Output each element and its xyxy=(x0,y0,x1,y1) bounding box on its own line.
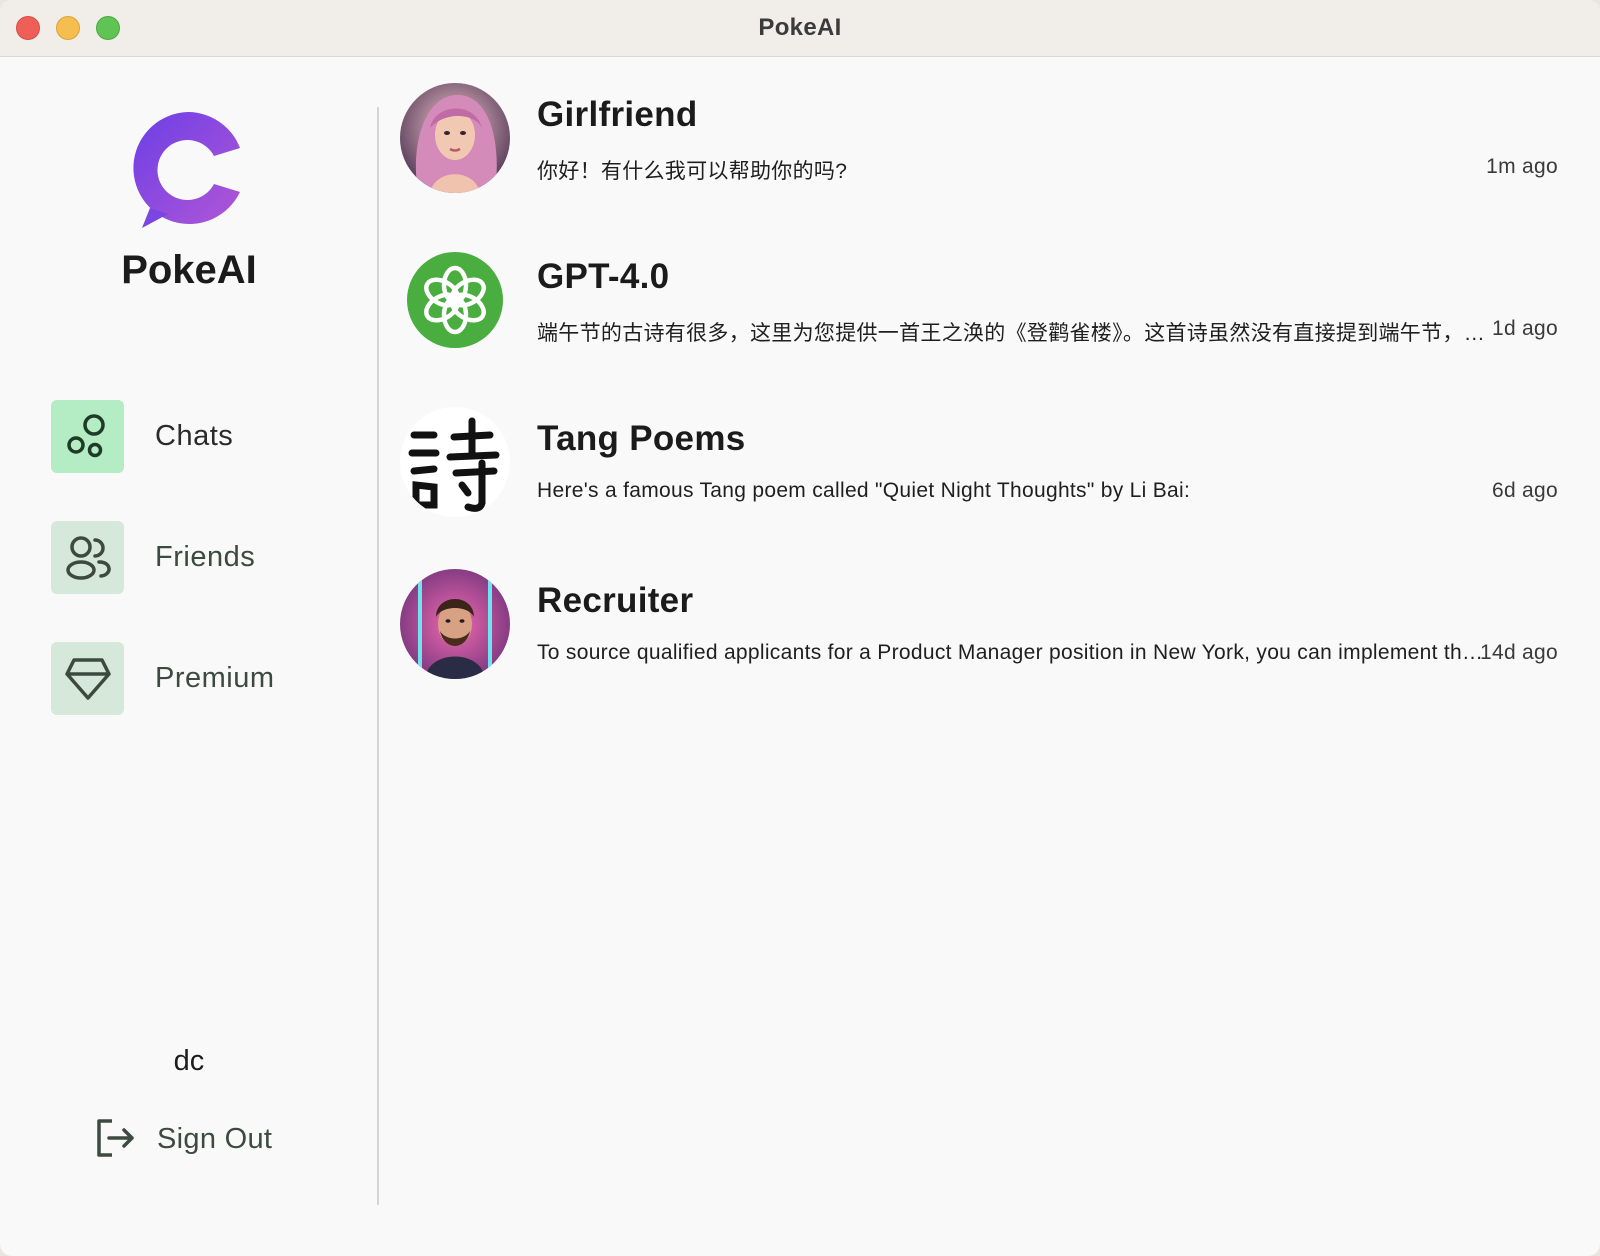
nav-label-premium: Premium xyxy=(155,662,275,694)
nav-item-premium[interactable]: Premium xyxy=(51,642,331,716)
chat-name: Tang Poems xyxy=(537,419,746,458)
chat-time: 14d ago xyxy=(1479,641,1558,664)
chat-time: 1d ago xyxy=(1491,317,1558,340)
recruiter-avatar xyxy=(400,569,510,679)
sign-out-icon xyxy=(97,1119,134,1157)
poem-character-avatar xyxy=(400,407,510,517)
chat-preview: Here's a famous Tang poem called "Quiet … xyxy=(537,479,1191,502)
app-window: PokeAI PokeAI Chats Friends Premium dc S… xyxy=(0,0,1600,1256)
chat-time: 6d ago xyxy=(1491,479,1558,502)
sidebar-divider xyxy=(377,107,379,1205)
chat-preview: 端午节的古诗有很多，这里为您提供一首王之涣的《登鹳雀楼》。这首诗虽然没有直接提到… xyxy=(537,322,1492,345)
chat-name: GPT-4.0 xyxy=(537,257,670,296)
title-bar: PokeAI xyxy=(0,0,1600,57)
nav-item-chats[interactable]: Chats xyxy=(51,400,331,474)
chat-preview: To source qualified applicants for a Pro… xyxy=(537,641,1492,664)
pokeai-logo-icon xyxy=(133,112,240,228)
user-name: dc xyxy=(173,1045,205,1077)
bubbles-icon xyxy=(51,400,124,473)
users-icon xyxy=(51,521,124,594)
sign-out-button[interactable]: Sign Out xyxy=(96,1118,296,1162)
openai-logo-avatar xyxy=(400,245,510,355)
chat-row-recruiter[interactable]: Recruiter To source qualified applicants… xyxy=(400,569,1580,693)
chat-name: Girlfriend xyxy=(537,95,698,134)
chat-list: Girlfriend 你好！有什么我可以帮助你的吗? 1m ago GPT-4.… xyxy=(380,57,1600,1256)
nav-label-friends: Friends xyxy=(155,541,256,573)
nav-label-chats: Chats xyxy=(155,420,234,452)
gem-icon xyxy=(51,642,124,715)
brand-name: PokeAI xyxy=(121,248,257,292)
nav-item-friends[interactable]: Friends xyxy=(51,521,331,595)
chat-time: 1m ago xyxy=(1486,155,1558,178)
chat-row-gpt4[interactable]: GPT-4.0 端午节的古诗有很多，这里为您提供一首王之涣的《登鹳雀楼》。这首诗… xyxy=(400,245,1580,369)
chat-row-girlfriend[interactable]: Girlfriend 你好！有什么我可以帮助你的吗? 1m ago xyxy=(400,83,1580,207)
chat-row-tang-poems[interactable]: Tang Poems Here's a famous Tang poem cal… xyxy=(400,407,1580,531)
chat-name: Recruiter xyxy=(537,581,694,620)
sign-out-label: Sign Out xyxy=(157,1123,273,1155)
window-title: PokeAI xyxy=(758,14,842,41)
chat-preview: 你好！有什么我可以帮助你的吗? xyxy=(537,160,848,183)
girlfriend-avatar xyxy=(400,83,510,193)
